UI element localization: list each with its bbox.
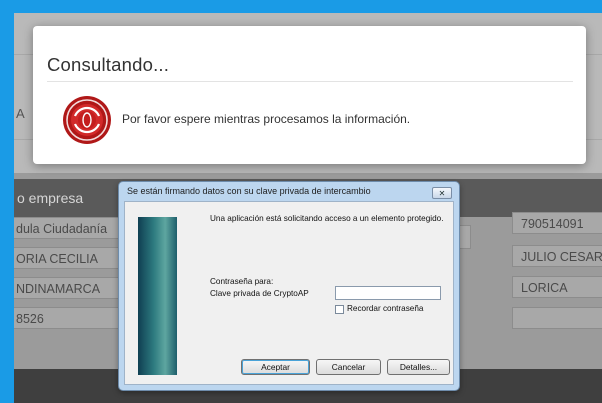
close-icon[interactable]: ✕ <box>432 187 452 199</box>
name-field[interactable]: ORIA CECILIA <box>14 247 134 269</box>
key-name-label: Clave privada de CryptoAP <box>210 289 309 298</box>
document-type-field[interactable]: dula Ciudadanía <box>14 217 134 239</box>
request-text: Una aplicación está solicitando acceso a… <box>210 214 444 223</box>
password-input[interactable] <box>335 286 441 300</box>
loading-message: Por favor espere mientras procesamos la … <box>122 112 411 126</box>
remember-checkbox[interactable] <box>335 305 344 314</box>
accept-button[interactable]: Aceptar <box>241 359 310 375</box>
dialog-title: Se están firmando datos con su clave pri… <box>127 186 371 196</box>
city-field[interactable]: LORICA <box>512 276 602 298</box>
remember-label: Recordar contraseña <box>347 304 424 313</box>
number-field[interactable]: 8526 <box>14 307 134 329</box>
contact-name-field[interactable]: JULIO CESAR <box>512 245 602 267</box>
modal-divider <box>47 81 573 82</box>
section-title: o empresa <box>17 190 84 206</box>
loading-modal: Consultando... Por favor espere mientras… <box>33 26 586 164</box>
decorative-panel <box>138 217 177 375</box>
empty-field[interactable] <box>512 307 602 329</box>
details-button[interactable]: Detalles... <box>387 359 450 375</box>
side-label: A <box>16 106 25 121</box>
password-for-label: Contraseña para: <box>210 277 274 286</box>
modal-title: Consultando... <box>47 54 170 75</box>
dialog-body: Una aplicación está solicitando acceso a… <box>124 201 454 385</box>
department-field[interactable]: NDINAMARCA <box>14 277 134 299</box>
id-number-field[interactable]: 790514091 <box>512 212 602 234</box>
signing-dialog: Se están firmando datos con su clave pri… <box>118 181 460 391</box>
loading-spinner-icon <box>63 96 111 144</box>
cancel-button[interactable]: Cancelar <box>316 359 381 375</box>
